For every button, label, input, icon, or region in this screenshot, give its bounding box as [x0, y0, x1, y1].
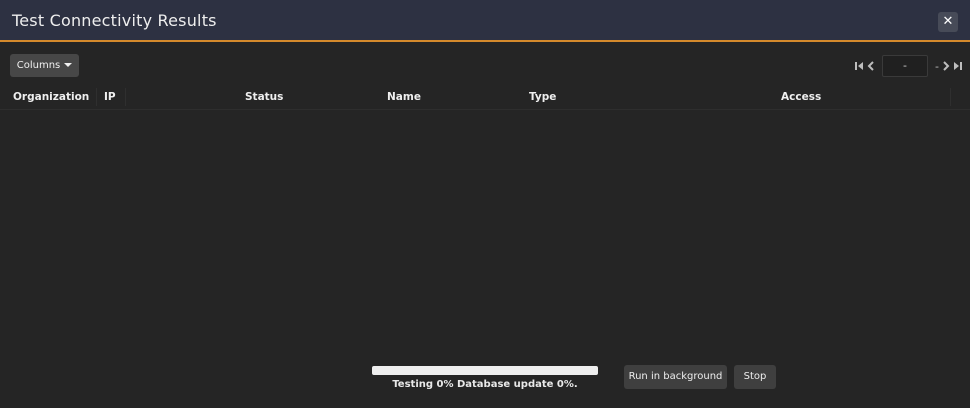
column-header-name[interactable]: Name: [387, 91, 421, 103]
first-page-icon[interactable]: [855, 61, 864, 71]
page-number-input[interactable]: -: [882, 55, 929, 77]
page-separator: -: [935, 59, 939, 73]
next-page-icon[interactable]: [942, 61, 950, 71]
column-divider[interactable]: [96, 88, 97, 106]
column-divider[interactable]: [125, 88, 126, 106]
table-header: Organization IP Status Name Type Access: [0, 86, 970, 110]
stop-button[interactable]: Stop: [734, 365, 776, 389]
prev-page-icon[interactable]: [867, 61, 875, 71]
column-header-organization[interactable]: Organization: [13, 91, 89, 103]
column-header-type[interactable]: Type: [529, 91, 556, 103]
pagination: - -: [855, 55, 962, 77]
progress-status-text: Testing 0% Database update 0%.: [392, 379, 578, 390]
run-in-background-button[interactable]: Run in background: [624, 365, 727, 389]
column-divider[interactable]: [950, 88, 951, 106]
progress-bar: [372, 366, 598, 375]
close-icon: ✕: [942, 14, 954, 29]
column-header-ip[interactable]: IP: [104, 91, 116, 103]
column-header-access[interactable]: Access: [781, 91, 821, 103]
columns-button-label: Columns: [16, 60, 61, 71]
column-header-status[interactable]: Status: [245, 91, 283, 103]
columns-button[interactable]: Columns: [10, 54, 79, 77]
close-button[interactable]: ✕: [938, 12, 958, 32]
last-page-icon[interactable]: [953, 61, 962, 71]
dialog-titlebar: Test Connectivity Results ✕: [0, 0, 970, 42]
caret-down-icon: [64, 63, 73, 67]
dialog-title: Test Connectivity Results: [12, 11, 217, 30]
